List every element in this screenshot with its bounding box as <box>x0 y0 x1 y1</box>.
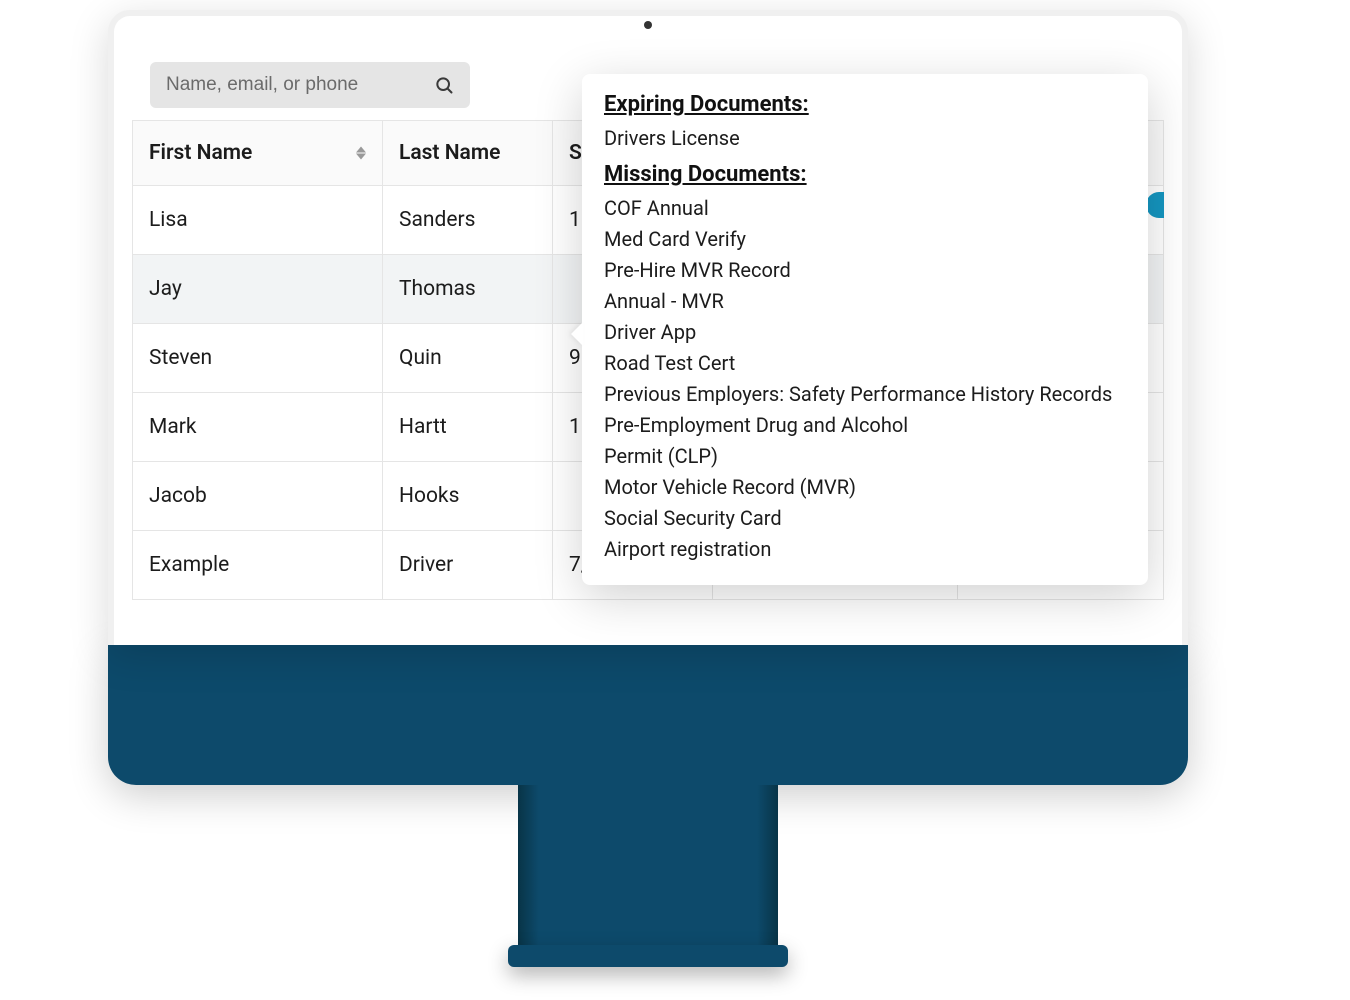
missing-document-item: Permit (CLP) <box>604 441 1126 472</box>
column-label: Last Name <box>399 141 500 165</box>
monitor-base <box>508 945 788 967</box>
table-cell: Example <box>133 531 383 600</box>
missing-document-item: Med Card Verify <box>604 224 1126 255</box>
table-cell: Hooks <box>383 462 553 531</box>
column-header-last-name[interactable]: Last Name <box>383 121 553 186</box>
table-cell: Thomas <box>383 255 553 324</box>
table-cell: Quin <box>383 324 553 393</box>
missing-document-item: Airport registration <box>604 534 1126 565</box>
camera-dot-icon <box>644 21 652 29</box>
missing-document-item: Pre-Hire MVR Record <box>604 255 1126 286</box>
missing-documents-list: COF AnnualMed Card VerifyPre-Hire MVR Re… <box>604 193 1126 565</box>
expiring-document-item: Drivers License <box>604 123 1126 154</box>
missing-document-item: Driver App <box>604 317 1126 348</box>
search-box[interactable] <box>150 62 470 108</box>
table-cell: Driver <box>383 531 553 600</box>
search-input[interactable] <box>166 74 426 96</box>
missing-document-item: Motor Vehicle Record (MVR) <box>604 472 1126 503</box>
monitor-bezel: First Name Last Name S <box>108 10 1188 645</box>
missing-document-item: Previous Employers: Safety Performance H… <box>604 379 1126 410</box>
table-cell: Steven <box>133 324 383 393</box>
table-cell: Jacob <box>133 462 383 531</box>
search-icon[interactable] <box>434 75 454 95</box>
popover-arrow-icon <box>571 322 583 346</box>
missing-documents-heading: Missing Documents: <box>604 162 1126 187</box>
documents-popover: Expiring Documents: Drivers License Miss… <box>582 74 1148 585</box>
monitor-chin <box>108 645 1188 785</box>
missing-document-item: Pre-Employment Drug and Alcohol <box>604 410 1126 441</box>
table-cell: Hartt <box>383 393 553 462</box>
screen-content: First Name Last Name S <box>132 44 1164 645</box>
column-header-first-name[interactable]: First Name <box>133 121 383 186</box>
table-cell: Lisa <box>133 186 383 255</box>
monitor-neck <box>518 785 778 945</box>
monitor-frame: First Name Last Name S <box>108 10 1188 967</box>
missing-document-item: Road Test Cert <box>604 348 1126 379</box>
missing-document-item: Social Security Card <box>604 503 1126 534</box>
expiring-documents-list: Drivers License <box>604 123 1126 154</box>
expiring-documents-heading: Expiring Documents: <box>604 92 1126 117</box>
sort-icon[interactable] <box>356 147 366 160</box>
missing-document-item: COF Annual <box>604 193 1126 224</box>
column-label: S <box>569 141 582 165</box>
table-cell: Mark <box>133 393 383 462</box>
table-cell: Jay <box>133 255 383 324</box>
table-cell: Sanders <box>383 186 553 255</box>
missing-document-item: Annual - MVR <box>604 286 1126 317</box>
column-label: First Name <box>149 141 252 165</box>
